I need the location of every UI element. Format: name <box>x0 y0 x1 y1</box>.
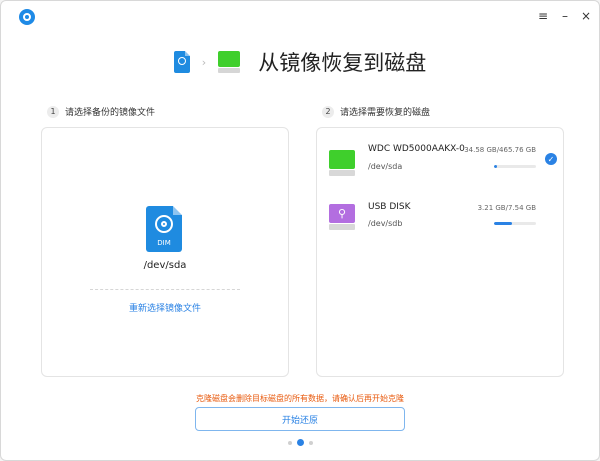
usb-symbol-icon: ⚲ <box>337 207 347 220</box>
image-path: /dev/sda <box>143 260 187 271</box>
disk-name: WDC WD5000AAKX-0 <box>368 144 465 154</box>
disk-device: /dev/sda <box>368 162 403 171</box>
usage-fill <box>494 165 498 168</box>
disk-item-sda[interactable]: WDC WD5000AAKX-0 34.58 GB/465.76 GB /dev… <box>317 136 563 190</box>
page-title: 从镜像恢复到磁盘 <box>258 51 427 75</box>
arrow-right-icon: › <box>201 55 207 69</box>
app-logo-icon <box>19 9 35 25</box>
image-file-icon <box>173 51 190 73</box>
page-dot <box>308 440 313 445</box>
page-dot-active <box>296 439 304 446</box>
disk-item-sdb[interactable]: ⚲ USB DISK 3.21 GB/7.54 GB /dev/sdb <box>317 195 563 249</box>
usage-fill <box>494 222 512 225</box>
disk-usage-bar <box>494 222 536 225</box>
pagination <box>1 439 599 446</box>
image-selection-panel: DIM /dev/sda 重新选择镜像文件 <box>41 127 289 377</box>
page-header: › 从镜像恢复到磁盘 <box>1 45 599 79</box>
hard-disk-icon <box>218 51 241 73</box>
selected-check-icon: ✓ <box>545 153 557 165</box>
disk-usage-bar <box>494 165 536 168</box>
usb-disk-icon: ⚲ <box>329 204 355 230</box>
step-number: 2 <box>322 105 334 118</box>
step-1: 1 请选择备份的镜像文件 <box>47 105 155 118</box>
start-restore-button[interactable]: 开始还原 <box>195 407 405 431</box>
disk-device: /dev/sdb <box>368 219 403 228</box>
warning-message: 克隆磁盘会删除目标磁盘的所有数据，请确认后再开始克隆 <box>196 394 404 403</box>
disk-usage: 34.58 GB/465.76 GB <box>464 146 536 154</box>
file-type-label: DIM <box>157 239 171 247</box>
close-button[interactable]: × <box>577 7 595 25</box>
app-window: ≡ – × › 从镜像恢复到磁盘 1 请选择备份的镜像文件 2 请选择需要恢复的… <box>0 0 600 461</box>
step-label: 请选择备份的镜像文件 <box>65 108 156 118</box>
divider <box>90 289 240 290</box>
minimize-button[interactable]: – <box>556 7 574 25</box>
disk-usage: 3.21 GB/7.54 GB <box>477 204 536 212</box>
page-dot <box>287 440 292 445</box>
hard-disk-icon <box>329 150 355 176</box>
disk-name: USB DISK <box>368 202 411 212</box>
step-number: 1 <box>47 105 59 118</box>
reselect-image-link[interactable]: 重新选择镜像文件 <box>42 301 288 314</box>
step-2: 2 请选择需要恢复的磁盘 <box>322 105 430 118</box>
step-label: 请选择需要恢复的磁盘 <box>340 108 431 118</box>
disk-selection-panel: WDC WD5000AAKX-0 34.58 GB/465.76 GB /dev… <box>316 127 564 377</box>
menu-button[interactable]: ≡ <box>534 7 552 25</box>
dim-file-icon: DIM <box>146 206 182 252</box>
